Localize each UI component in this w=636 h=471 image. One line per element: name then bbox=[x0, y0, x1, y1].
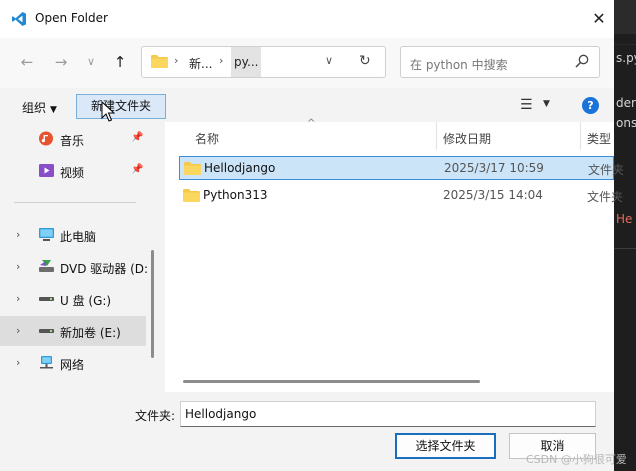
sidebar-item-label: U 盘 (G:) bbox=[60, 294, 112, 308]
vscode-logo-icon bbox=[12, 12, 26, 26]
folder-icon bbox=[184, 162, 201, 175]
address-bar[interactable]: › 新... › py... ∨ ↻ bbox=[141, 46, 386, 78]
sidebar-divider bbox=[14, 202, 136, 203]
music-icon bbox=[39, 131, 53, 146]
command-bar: 组织 ▼ 新建文件夹 ☰ ▼ ? bbox=[0, 88, 614, 122]
sidebar-item-videos[interactable]: 视频 📌 bbox=[0, 156, 146, 186]
breadcrumb-separator: › bbox=[174, 54, 179, 67]
breadcrumb-segment[interactable]: py... bbox=[231, 47, 262, 77]
sidebar-item-usb-drive[interactable]: › U 盘 (G:) bbox=[0, 284, 146, 314]
forward-button[interactable]: → bbox=[48, 50, 74, 74]
chevron-right-icon[interactable]: › bbox=[16, 260, 20, 273]
editor-text-line: ons bbox=[616, 116, 636, 130]
back-button[interactable]: ← bbox=[14, 50, 40, 74]
close-button[interactable]: ✕ bbox=[586, 6, 612, 32]
dvd-icon bbox=[39, 260, 54, 272]
help-button[interactable]: ? bbox=[582, 97, 599, 114]
sidebar-item-label: DVD 驱动器 (D: bbox=[60, 262, 149, 276]
file-list: ^ 名称 修改日期 类型 Hellodjango 2025/3/17 10:59… bbox=[165, 118, 624, 392]
window-title: Open Folder bbox=[35, 11, 108, 25]
column-divider[interactable] bbox=[580, 122, 581, 150]
sidebar-item-label: 此电脑 bbox=[60, 230, 97, 244]
file-type: 文件夹 bbox=[588, 163, 625, 177]
pin-icon[interactable]: 📌 bbox=[131, 132, 143, 143]
search-placeholder: 在 python 中搜索 bbox=[410, 58, 508, 72]
dialog-footer: 文件夹: 选择文件夹 取消 bbox=[0, 392, 614, 471]
title-bar: Open Folder ✕ bbox=[0, 0, 614, 38]
file-date: 2025/3/17 10:59 bbox=[444, 161, 544, 175]
video-icon bbox=[39, 164, 54, 177]
breadcrumb-separator: › bbox=[219, 54, 224, 67]
column-header-date[interactable]: 修改日期 bbox=[443, 130, 491, 147]
search-icon[interactable] bbox=[575, 54, 589, 68]
usb-drive-icon bbox=[39, 297, 54, 301]
sidebar-item-this-pc[interactable]: › 此电脑 bbox=[0, 220, 146, 250]
caret-down-icon: ▼ bbox=[50, 105, 57, 115]
network-icon bbox=[40, 356, 53, 369]
sidebar-item-network[interactable]: › 网络 bbox=[0, 348, 146, 378]
editor-topbar bbox=[614, 0, 636, 34]
select-folder-button[interactable]: 选择文件夹 bbox=[395, 433, 496, 459]
sidebar-item-label: 音乐 bbox=[60, 134, 85, 148]
editor-tab-label: s.py bbox=[616, 51, 636, 65]
refresh-icon[interactable]: ↻ bbox=[359, 53, 371, 69]
recent-locations-button[interactable]: ∨ bbox=[78, 50, 104, 74]
computer-icon bbox=[39, 228, 54, 241]
file-name: Python313 bbox=[203, 188, 268, 202]
file-date: 2025/3/15 14:04 bbox=[443, 188, 543, 202]
caret-down-icon[interactable]: ▼ bbox=[543, 99, 550, 109]
watermark: CSDN @小狗很可爱 bbox=[526, 453, 627, 466]
editor-text-line: He bbox=[616, 212, 633, 226]
folder-icon bbox=[151, 55, 168, 68]
sidebar-item-label: 网络 bbox=[60, 358, 85, 372]
chevron-right-icon[interactable]: › bbox=[16, 356, 20, 369]
column-divider[interactable] bbox=[436, 122, 437, 150]
sort-ascending-icon: ^ bbox=[307, 118, 316, 129]
sidebar-item-local-volume[interactable]: › 新加卷 (E:) bbox=[0, 316, 146, 346]
open-folder-dialog: Open Folder ✕ ← → ∨ ↑ › 新... › py... ∨ ↻… bbox=[0, 0, 624, 471]
table-row[interactable]: Hellodjango 2025/3/17 10:59 文件夹 bbox=[179, 156, 624, 180]
folder-field-label: 文件夹: bbox=[135, 409, 176, 423]
address-dropdown-icon[interactable]: ∨ bbox=[325, 54, 333, 67]
new-folder-button[interactable]: 新建文件夹 bbox=[76, 94, 166, 119]
sidebar-scrollbar[interactable] bbox=[151, 250, 154, 358]
sidebar-item-music[interactable]: 音乐 📌 bbox=[0, 124, 146, 154]
horizontal-scrollbar[interactable] bbox=[183, 380, 480, 383]
drive-icon bbox=[39, 329, 54, 333]
sidebar-item-label: 新加卷 (E:) bbox=[60, 326, 121, 340]
mouse-cursor-icon bbox=[101, 101, 115, 122]
organize-label: 组织 bbox=[22, 101, 47, 115]
chevron-right-icon[interactable]: › bbox=[16, 228, 20, 241]
chevron-right-icon[interactable]: › bbox=[16, 292, 20, 305]
pin-icon[interactable]: 📌 bbox=[131, 164, 143, 175]
breadcrumb-segment[interactable]: 新... bbox=[189, 55, 212, 72]
navigation-pane: 音乐 📌 视频 📌 › 此电脑 › DVD 驱动器 (D: › U 盘 (G:)… bbox=[0, 122, 160, 392]
organize-menu[interactable]: 组织 ▼ bbox=[22, 99, 57, 116]
editor-tab: s.py bbox=[614, 44, 636, 74]
file-type: 文件夹 bbox=[587, 190, 624, 204]
background-editor: s.py der ons He bbox=[614, 0, 636, 471]
folder-icon bbox=[183, 189, 200, 202]
folder-name-input[interactable] bbox=[180, 401, 596, 427]
sidebar-item-label: 视频 bbox=[60, 166, 85, 180]
chevron-right-icon[interactable]: › bbox=[16, 324, 20, 337]
search-box[interactable]: 在 python 中搜索 bbox=[400, 46, 600, 78]
sidebar-item-dvd-drive[interactable]: › DVD 驱动器 (D: bbox=[0, 252, 149, 282]
file-name: Hellodjango bbox=[204, 161, 276, 175]
up-button[interactable]: ↑ bbox=[107, 50, 133, 74]
column-header-type[interactable]: 类型 bbox=[587, 130, 611, 147]
editor-panel-divider bbox=[614, 248, 636, 249]
column-header-name[interactable]: 名称 bbox=[195, 130, 219, 147]
view-options-icon[interactable]: ☰ bbox=[520, 97, 533, 113]
table-row[interactable]: Python313 2025/3/15 14:04 文件夹 bbox=[179, 184, 623, 208]
editor-text-line: der bbox=[616, 96, 636, 110]
